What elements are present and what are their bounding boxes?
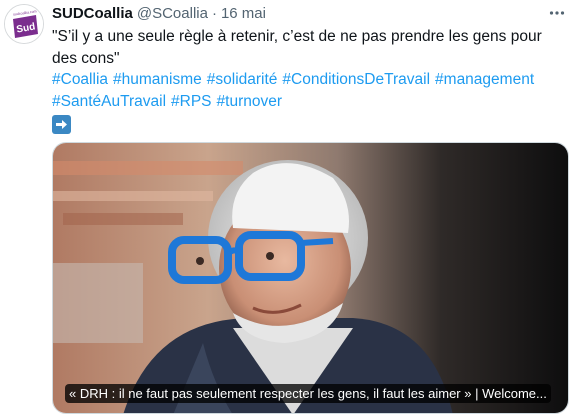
tweet-header: SUDCoallia @SCoallia · 16 mai xyxy=(52,1,568,27)
hashtag-link[interactable]: #Coallia xyxy=(52,71,108,88)
right-arrow-emoji xyxy=(52,115,71,134)
sud-logo: sudcoallia.com Sud xyxy=(5,5,43,43)
display-name[interactable]: SUDCoallia xyxy=(52,4,133,24)
tweet-text: "S’il y a une seule règle à retenir, c’e… xyxy=(52,26,568,141)
tweet-content: SUDCoallia @SCoallia · 16 mai "S’il y a … xyxy=(52,0,569,414)
tweet-date[interactable]: 16 mai xyxy=(221,4,266,24)
link-card[interactable]: « DRH : il ne faut pas seulement respect… xyxy=(52,142,569,414)
hashtag-link[interactable]: #SantéAuTravail xyxy=(52,93,166,110)
avatar[interactable]: sudcoallia.com Sud xyxy=(4,4,44,44)
hashtag-link[interactable]: #ConditionsDeTravail xyxy=(282,71,430,88)
hashtag-link[interactable]: #solidarité xyxy=(207,71,278,88)
user-handle[interactable]: @SCoallia xyxy=(137,4,208,24)
tweet-quote: "S’il y a une seule règle à retenir, c’e… xyxy=(52,28,542,67)
tweet[interactable]: sudcoallia.com Sud SUDCoallia @SCoallia … xyxy=(0,0,575,418)
hashtag-link[interactable]: #RPS xyxy=(171,93,212,110)
separator-dot: · xyxy=(211,5,217,22)
hashtag-link[interactable]: #turnover xyxy=(217,93,282,110)
hashtag-link[interactable]: #humanisme xyxy=(113,71,202,88)
hashtag-link[interactable]: #management xyxy=(435,71,534,88)
hashtag-list: #Coallia #humanisme #solidarité #Conditions… xyxy=(52,69,564,112)
link-card-photo xyxy=(53,143,568,413)
more-options-icon[interactable] xyxy=(546,2,568,24)
link-card-caption: « DRH : il ne faut pas seulement respect… xyxy=(65,384,551,403)
